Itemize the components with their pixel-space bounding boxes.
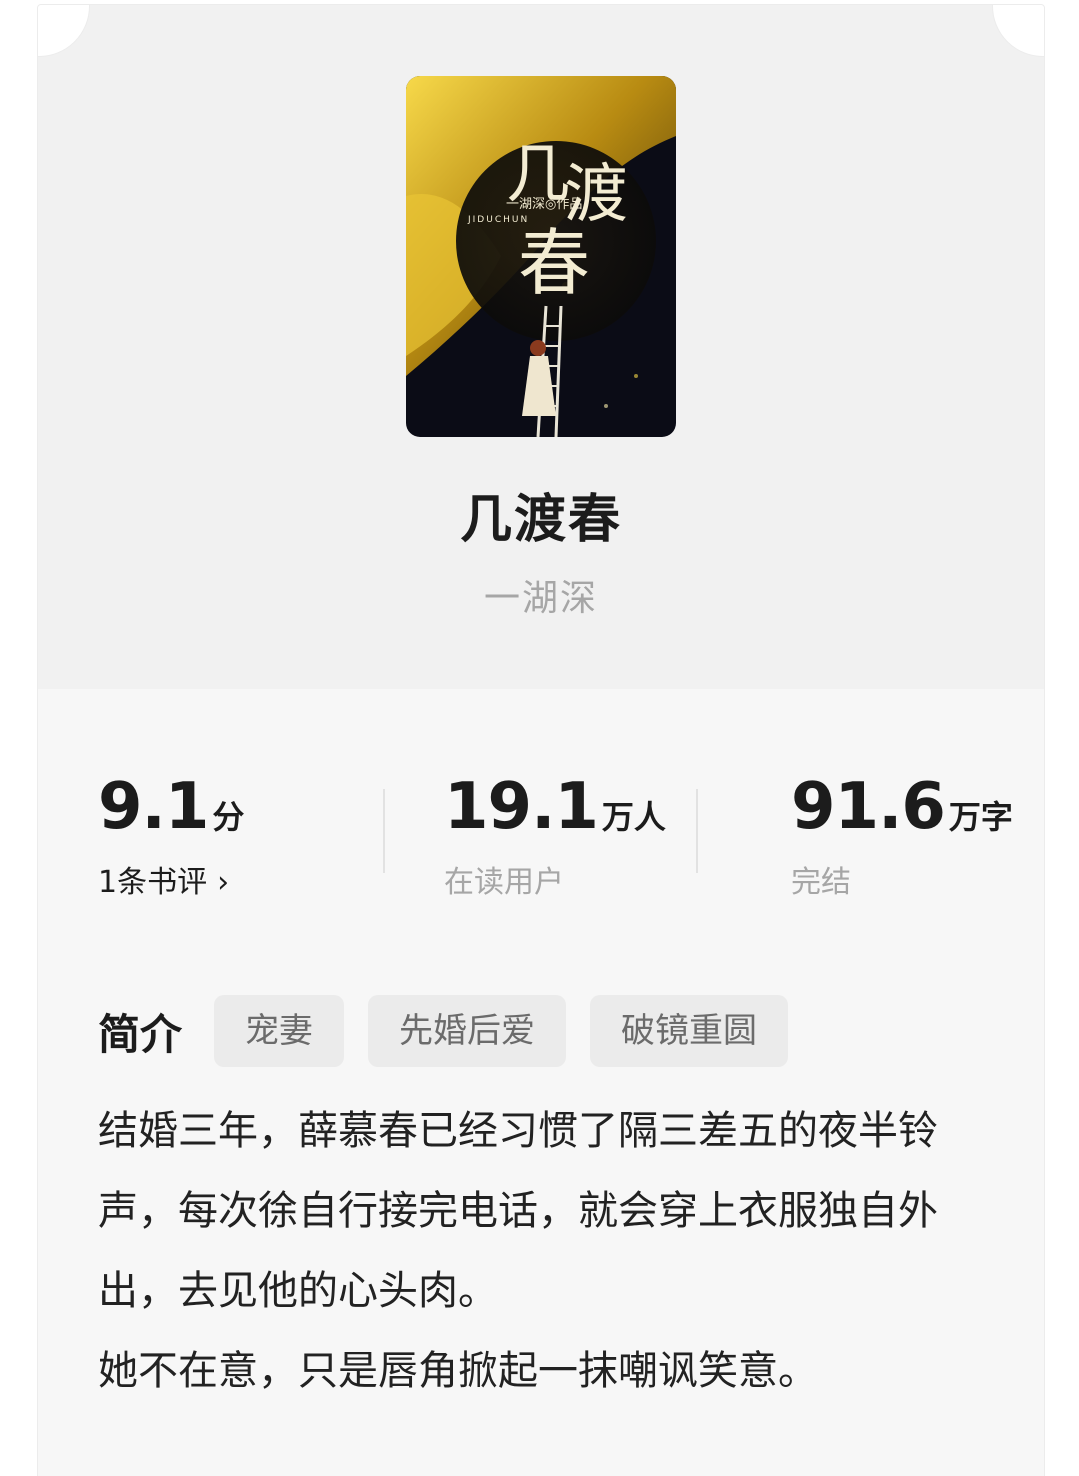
tag-chip[interactable]: 破镜重圆	[590, 995, 789, 1067]
words-unit: 万字	[948, 798, 1013, 836]
book-title: 几渡春	[459, 490, 622, 550]
stat-divider	[383, 789, 385, 873]
intro-header: 简介 宠妻 先婚后爱 破镜重圆	[98, 995, 812, 1067]
intro-paragraph: 结婚三年，薛慕春已经习惯了隔三差五的夜半铃声，每次徐自行接完电话，就会穿上衣服独…	[98, 1108, 938, 1314]
readers-label: 在读用户	[444, 865, 564, 900]
status-label: 完结	[791, 865, 851, 900]
book-card: 几 渡 春 一湖深◎作品 JIDUCHUN 几渡春 一湖深 9.1 分 1条书评 ›…	[37, 4, 1045, 1476]
intro-text: 结婚三年，薛慕春已经习惯了隔三差五的夜半铃声，每次徐自行接完电话，就会穿上衣服独…	[98, 1091, 988, 1411]
review-link[interactable]: 1条书评 ›	[98, 857, 244, 901]
chevron-right-icon: ›	[217, 865, 230, 900]
book-detail-page: 几 渡 春 一湖深◎作品 JIDUCHUN 几渡春 一湖深 9.1 分 1条书评 ›…	[0, 0, 1079, 1476]
cover-byline: 一湖深◎作品	[506, 197, 582, 212]
stat-readers: 19.1 万人 在读用户	[444, 775, 666, 901]
cover-romanization: JIDUCHUN	[467, 215, 529, 225]
rating-unit: 分	[212, 798, 245, 836]
intro-heading: 简介	[98, 1009, 183, 1059]
rating-value: 9.1	[98, 770, 209, 844]
tag-chip[interactable]: 宠妻	[214, 995, 345, 1067]
stat-words: 91.6 万字 完结	[791, 775, 1013, 901]
book-author[interactable]: 一湖深	[38, 569, 1044, 621]
book-cover-image[interactable]: 几 渡 春 一湖深◎作品 JIDUCHUN	[406, 76, 676, 437]
readers-unit: 万人	[601, 798, 666, 836]
stat-divider	[696, 789, 698, 873]
cover-art: 几 渡 春 一湖深◎作品 JIDUCHUN	[406, 76, 676, 437]
cover-char-3: 春	[518, 221, 590, 305]
readers-value: 19.1	[444, 770, 599, 844]
tag-chip[interactable]: 先婚后爱	[368, 995, 567, 1067]
intro-paragraph: 她不在意，只是唇角掀起一抹嘲讽笑意。	[98, 1348, 818, 1394]
stat-rating[interactable]: 9.1 分 1条书评 ›	[98, 775, 244, 901]
words-value: 91.6	[791, 770, 946, 844]
review-count-label: 1条书评	[98, 865, 208, 900]
